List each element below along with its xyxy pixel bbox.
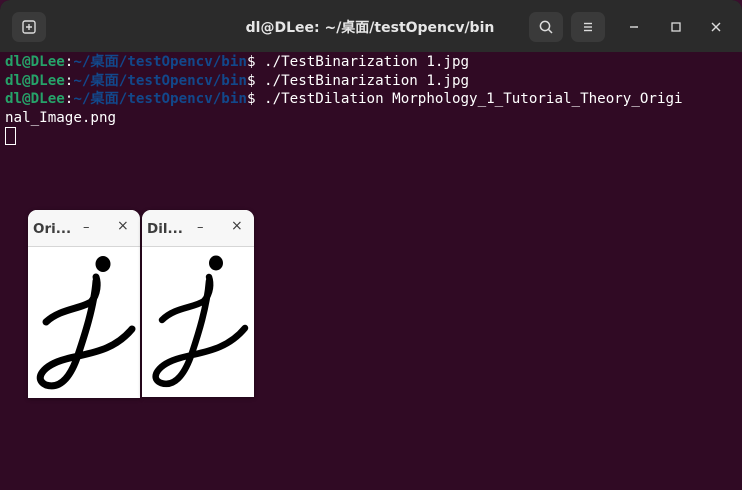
minimize-button[interactable] xyxy=(621,14,647,40)
terminal-line: dl@DLee:~/桌面/testOpencv/bin$ ./TestBinar… xyxy=(5,53,740,72)
dilation-window-titlebar[interactable]: Dil... – × xyxy=(142,210,254,247)
terminal-line-wrap: nal_Image.png xyxy=(5,109,117,126)
close-icon xyxy=(711,22,721,32)
maximize-button[interactable] xyxy=(663,14,689,40)
terminal-cursor xyxy=(5,127,16,145)
original-image xyxy=(28,247,140,398)
prompt-symbol: $ xyxy=(246,91,265,107)
prompt-symbol: $ xyxy=(246,54,265,70)
command-text: ./TestBinarization 1.jpg xyxy=(264,72,470,89)
prompt-user: dl@DLee xyxy=(5,72,65,89)
prompt-user: dl@DLee xyxy=(5,54,65,70)
terminal-line: dl@DLee:~/桌面/testOpencv/bin$ ./TestDilat… xyxy=(5,90,740,109)
search-button[interactable] xyxy=(529,12,563,42)
titlebar: dl@DLee: ~/桌面/testOpencv/bin xyxy=(0,0,742,52)
new-tab-icon xyxy=(22,20,36,34)
prompt-symbol: $ xyxy=(246,72,265,89)
prompt-user: dl@DLee xyxy=(5,91,65,107)
original-minimize-button[interactable]: – xyxy=(83,220,90,235)
dilation-close-button[interactable]: × xyxy=(231,218,243,234)
minimize-icon xyxy=(630,26,638,28)
search-icon xyxy=(539,20,553,34)
menu-button[interactable] xyxy=(571,12,605,42)
prompt-path: ~/桌面/testOpencv/bin xyxy=(73,72,247,89)
new-tab-button[interactable] xyxy=(12,12,46,42)
terminal-line: dl@DLee:~/桌面/testOpencv/bin$ ./TestBinar… xyxy=(5,72,740,91)
terminal-output[interactable]: dl@DLee:~/桌面/testOpencv/bin$ ./TestBinar… xyxy=(5,53,740,146)
dilation-minimize-button[interactable]: – xyxy=(197,220,204,235)
dilation-image xyxy=(142,247,254,397)
original-image-window[interactable]: Ori... – × xyxy=(28,210,140,398)
hamburger-menu-icon xyxy=(584,22,592,32)
original-close-button[interactable]: × xyxy=(117,218,129,234)
original-window-title: Ori... xyxy=(33,221,72,237)
command-text: ./TestBinarization 1.jpg xyxy=(264,54,470,70)
window-title: dl@DLee: ~/桌面/testOpencv/bin xyxy=(245,20,495,36)
terminal-cursor-line xyxy=(5,127,740,146)
dilation-window-title: Dil... xyxy=(147,221,183,237)
prompt-path: ~/桌面/testOpencv/bin xyxy=(73,91,247,107)
dilation-image-window[interactable]: Dil... – × xyxy=(142,210,254,397)
command-text: ./TestDilation Morphology_1_Tutorial_The… xyxy=(264,91,683,107)
close-button[interactable] xyxy=(703,14,729,40)
prompt-path: ~/桌面/testOpencv/bin xyxy=(73,54,247,70)
original-window-titlebar[interactable]: Ori... – × xyxy=(28,210,140,247)
maximize-icon xyxy=(671,22,681,32)
